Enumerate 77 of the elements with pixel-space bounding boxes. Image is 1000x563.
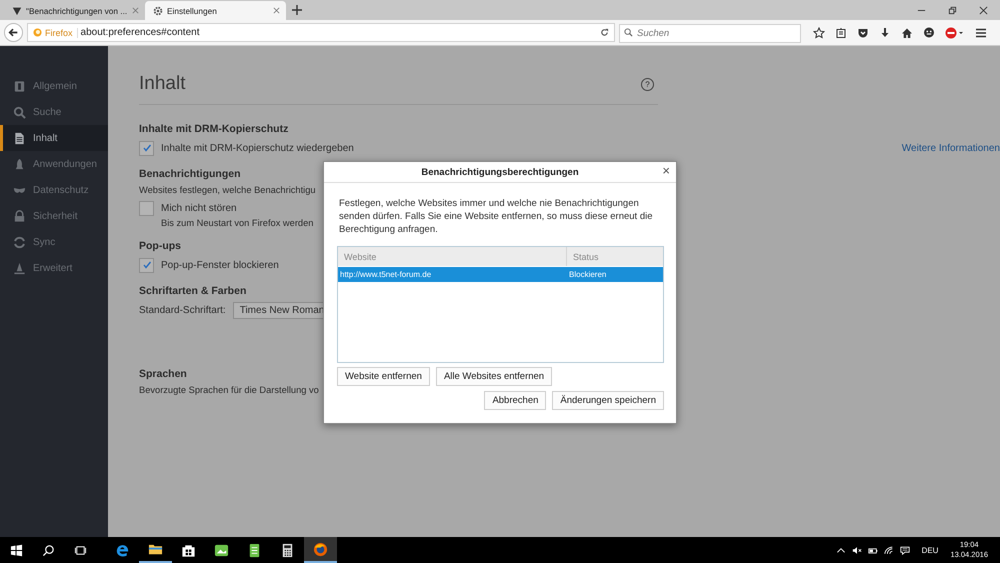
chat-icon[interactable] [923,26,935,38]
section-heading: Schriftarten & Farben [139,285,246,297]
download-icon[interactable] [879,26,891,38]
firefox-logo-icon [313,542,328,556]
speaker-muted-icon[interactable] [852,546,862,554]
checkbox[interactable] [139,258,154,272]
section-description: Websites festlegen, welche Benachrichtigu [139,185,316,195]
shopping-bag-icon [181,542,196,558]
search-icon [13,106,26,118]
rocket-icon [13,158,26,170]
panel-icon [13,80,26,92]
sync-icon [13,236,26,248]
reading-list-icon[interactable] [835,26,847,38]
pocket-icon[interactable] [857,26,869,38]
help-button[interactable]: ? [641,78,654,90]
gear-icon [153,6,163,16]
website-cell-text: http://www.t5net-forum.de [339,270,432,279]
windows-start-icon[interactable] [10,544,23,556]
checkbox-label: Pop-up-Fenster blockieren [161,260,279,270]
close-icon[interactable] [979,6,988,14]
checkbox[interactable] [139,200,154,216]
triangle-icon [12,6,22,16]
menu-icon[interactable] [975,26,987,38]
back-icon[interactable] [4,23,23,42]
save-button[interactable]: Änderungen speichern [552,391,664,410]
url-text: about:preferences#content [80,27,200,38]
notification-icon[interactable] [900,546,910,554]
calculator-icon [280,542,295,558]
dialog-title: Benachrichtigungsberechtigungen [421,166,579,178]
section-description: Bevorzugte Sprachen für die Darstellung vo [139,385,319,395]
new-tab-icon[interactable] [292,5,302,15]
remove-all-button[interactable]: Alle Websites entfernen [436,367,552,386]
photo-icon [214,542,229,558]
sidebar-item[interactable]: Inhalt [0,125,108,151]
status-cell-text: Blockieren [568,270,608,279]
wifi-icon[interactable] [884,546,894,554]
table-row[interactable]: http://www.t5net-forum.de Blockieren [338,267,663,282]
identity-label: Firefox [45,28,78,38]
star-icon[interactable] [813,26,825,38]
lock-icon [13,210,26,222]
browser-tab[interactable]: Einstellungen [145,1,286,20]
section-heading: Benachrichtigungen [139,168,241,180]
home-icon[interactable] [901,26,913,38]
input-language[interactable]: DEU [922,546,938,554]
reload-icon[interactable] [600,28,609,37]
remove-website-button[interactable]: Website entfernen [337,367,430,386]
hint-text: Bis zum Neustart von Firefox werden [160,218,314,228]
document-icon [13,132,26,144]
checkmark-icon [142,143,152,153]
checkbox-label: Mich nicht stören [161,202,237,214]
chevron-up-icon[interactable] [836,546,846,554]
cancel-button[interactable]: Abbrechen [484,391,546,410]
more-info-link[interactable]: Weitere Informationen [902,142,1000,154]
section-heading: Pop-ups [139,240,181,252]
checkbox[interactable] [139,140,154,156]
restore-icon[interactable] [948,6,957,14]
checkbox-label: Inhalte mit DRM-Kopierschutz wiedergeben [161,142,354,154]
search-field[interactable]: Suchen [619,24,801,43]
section-heading: Inhalte mit DRM-Kopierschutz [139,123,288,135]
page-title: Inhalt [139,73,186,95]
close-icon[interactable] [273,7,280,14]
dialog-description: Festlegen, welche Websites immer und welche nie Benachrichtigungen senden dürfen. Falls Sie eine Website entfernen, so muss diese erneut die Berechtigung anfragen. [338,197,654,236]
search-icon [624,28,633,37]
battery-icon[interactable] [868,546,878,554]
address-bar[interactable]: Firefox about:preferences#content [27,23,615,42]
section-heading: Sprachen [139,368,187,380]
firefox-logo-icon [33,28,42,37]
search-icon[interactable] [42,544,55,556]
checkmark-icon [142,260,152,270]
notepad-icon [247,542,262,558]
field-label: Standard-Schriftart: [139,304,226,316]
adblock-icon[interactable] [945,26,965,38]
close-button[interactable]: × [662,164,670,178]
browser-tab[interactable]: "Benachrichtigungen von ... [4,1,145,20]
firefox-taskbar-button[interactable] [304,537,337,563]
browser-e-icon [115,542,130,558]
task-view-icon[interactable] [74,544,87,556]
